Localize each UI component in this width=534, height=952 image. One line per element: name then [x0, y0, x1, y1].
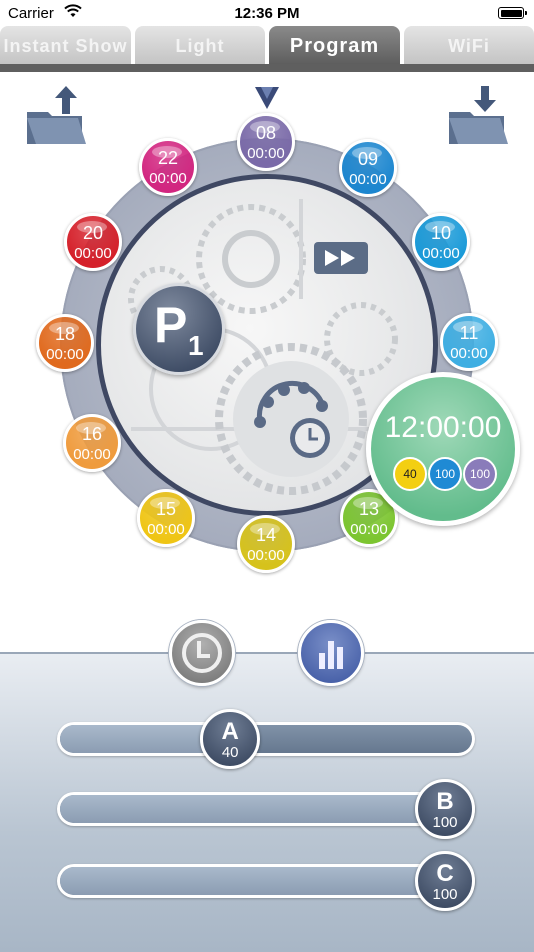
hour-time: 00:00: [349, 171, 387, 188]
hour-bubble-18[interactable]: 18 00:00: [36, 314, 94, 372]
clock-icon: [182, 633, 222, 673]
hour-time: 00:00: [46, 346, 84, 363]
program-letter: P: [154, 297, 188, 353]
chart-mode-button[interactable]: [298, 620, 364, 686]
slider-a-label: A: [221, 718, 239, 745]
channel-a-value: 40: [393, 457, 427, 491]
hour-label: 22: [157, 148, 179, 168]
bar-chart-icon: [319, 641, 343, 669]
hour-bubble-22[interactable]: 22 00:00: [139, 138, 197, 196]
tab-light[interactable]: Light: [135, 26, 265, 64]
folder-download-icon[interactable]: [446, 84, 510, 150]
fast-forward-icon: [325, 250, 355, 266]
hour-bubble-20[interactable]: 20 00:00: [64, 213, 122, 271]
hour-label: 13: [358, 499, 380, 519]
hour-bubble-11[interactable]: 11 00:00: [440, 313, 498, 371]
hour-label: 09: [357, 149, 379, 169]
channel-c-value: 100: [463, 457, 497, 491]
slider-c-track[interactable]: [57, 864, 475, 898]
selected-time-bubble[interactable]: 12:00:00 40 100 100: [366, 372, 520, 526]
hour-label: 14: [255, 525, 277, 545]
hour-bubble-08[interactable]: 08 00:00: [237, 113, 295, 171]
fast-forward-button[interactable]: [314, 242, 368, 274]
tab-instant-show[interactable]: Instant Show: [0, 26, 131, 64]
clock-mode-button[interactable]: [169, 620, 235, 686]
slider-b-track[interactable]: [57, 792, 475, 826]
slider-c-label: C: [436, 860, 454, 887]
hour-time: 00:00: [74, 245, 112, 262]
hour-label: 18: [54, 324, 76, 344]
folder-upload-icon[interactable]: [24, 84, 88, 150]
slider-c-knob[interactable]: C 100: [415, 851, 475, 911]
hour-label: 08: [255, 123, 277, 143]
hour-label: 10: [430, 223, 452, 243]
tab-wifi[interactable]: WiFi: [404, 26, 534, 64]
channel-b-value: 100: [428, 457, 462, 491]
slider-b-knob[interactable]: B 100: [415, 779, 475, 839]
hour-bubble-09[interactable]: 09 00:00: [339, 139, 397, 197]
tab-underline: [0, 64, 534, 72]
program-badge[interactable]: P 1: [133, 283, 225, 375]
hour-time: 00:00: [350, 521, 388, 538]
selection-pointer-icon: [255, 87, 279, 109]
battery-icon: [498, 7, 527, 19]
hour-bubble-10[interactable]: 10 00:00: [412, 213, 470, 271]
hour-bubble-15[interactable]: 15 00:00: [137, 489, 195, 547]
hour-label: 16: [81, 424, 103, 444]
schedule-program-icon: [254, 380, 330, 458]
slider-a-value: 40: [221, 744, 239, 761]
hour-time: 00:00: [422, 245, 460, 262]
hour-time: 00:00: [247, 547, 285, 564]
selected-time: 12:00:00: [384, 411, 502, 444]
hour-label: 20: [82, 223, 104, 243]
slider-c-value: 100: [432, 886, 458, 903]
hour-time: 00:00: [247, 145, 285, 162]
status-clock: 12:36 PM: [234, 5, 300, 22]
hour-bubble-14[interactable]: 14 00:00: [237, 515, 295, 573]
hour-time: 00:00: [450, 345, 488, 362]
tab-program[interactable]: Program: [269, 26, 400, 64]
hour-bubble-16[interactable]: 16 00:00: [63, 414, 121, 472]
slider-a-track[interactable]: [57, 722, 475, 756]
slider-a-knob[interactable]: A 40: [200, 709, 261, 769]
hour-time: 00:00: [73, 446, 111, 463]
program-number: 1: [188, 330, 204, 361]
hour-time: 00:00: [149, 170, 187, 187]
hour-label: 11: [459, 323, 479, 343]
slider-b-value: 100: [432, 814, 458, 831]
status-bar: Carrier 12:36 PM: [0, 0, 534, 26]
slider-b-label: B: [436, 788, 454, 815]
hour-label: 15: [155, 499, 177, 519]
hour-time: 00:00: [147, 521, 185, 538]
